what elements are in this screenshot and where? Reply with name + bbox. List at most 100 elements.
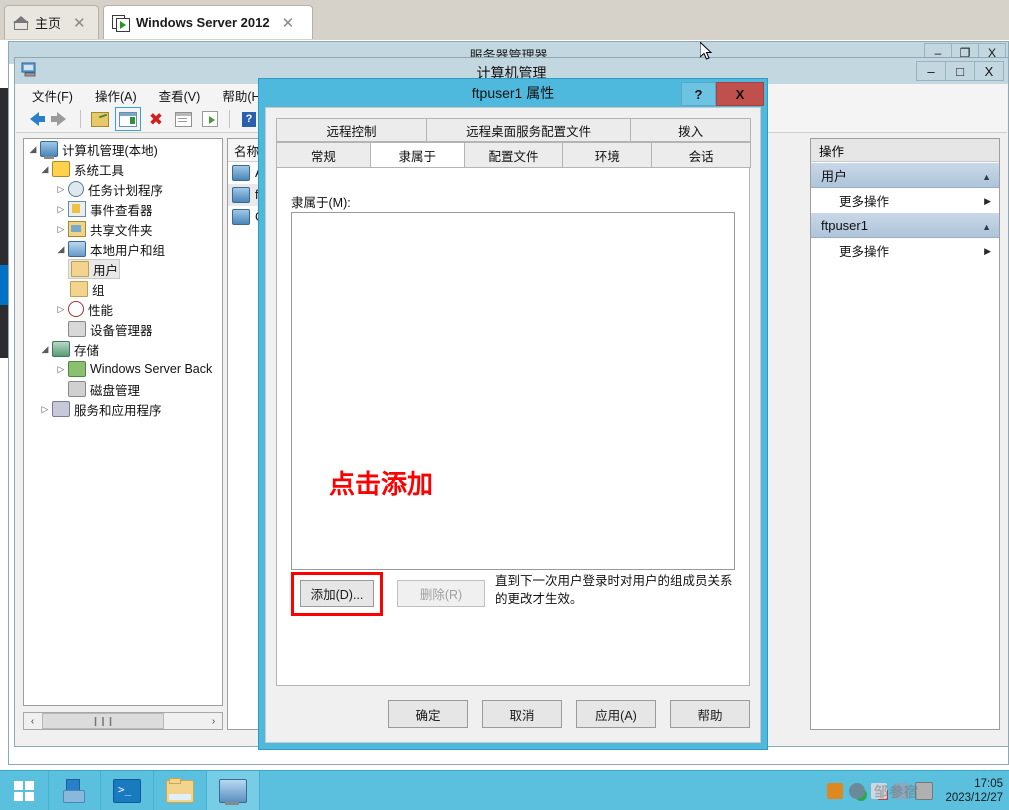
back-arrow-icon[interactable] <box>22 108 46 130</box>
expand-twisty-icon[interactable] <box>54 304 68 315</box>
tab-dialin[interactable]: 拨入 <box>630 118 751 142</box>
apply-button[interactable]: 应用(A) <box>576 700 656 728</box>
folder-up-icon[interactable] <box>88 108 112 130</box>
taskbar-item-file-explorer[interactable] <box>154 771 207 810</box>
remove-button: 删除(R) <box>397 580 485 607</box>
services-icon <box>52 401 70 417</box>
ok-button[interactable]: 确定 <box>388 700 468 728</box>
tree-node[interactable]: 存储 <box>24 339 222 359</box>
mouse-cursor <box>700 42 713 60</box>
tab-rds-profile[interactable]: 远程桌面服务配置文件 <box>425 118 632 142</box>
browser-tab-home[interactable]: 主页 ✕ <box>4 5 99 39</box>
actions-pane-header: 操作 <box>811 139 999 162</box>
shared-folder-icon <box>68 221 86 237</box>
tree-node[interactable]: 任务计划程序 <box>24 179 222 199</box>
close-icon[interactable]: ✕ <box>282 14 295 32</box>
tree-node[interactable]: Windows Server Back <box>24 359 222 379</box>
taskbar-item-computer-management[interactable] <box>207 771 260 810</box>
user-icon <box>232 187 250 203</box>
tree-node[interactable]: 性能 <box>24 299 222 319</box>
computer-management-window-buttons: – □ X <box>916 61 1004 81</box>
taskbar-item-powershell[interactable] <box>101 771 154 810</box>
minimize-button[interactable]: – <box>916 61 946 81</box>
menu-view[interactable]: 查看(V) <box>149 84 211 107</box>
tree-horizontal-scrollbar[interactable]: ‹ ❙❙❙ › <box>23 712 223 730</box>
member-of-listbox[interactable] <box>291 212 735 570</box>
windows-server-icon <box>112 14 130 32</box>
tab-sessions[interactable]: 会话 <box>651 142 751 168</box>
tree-node-label: 共享文件夹 <box>90 223 153 238</box>
close-button[interactable]: X <box>716 82 764 106</box>
expand-twisty-icon[interactable] <box>26 144 40 155</box>
tree-node[interactable]: 本地用户和组 <box>24 239 222 259</box>
menu-file[interactable]: 文件(F) <box>22 84 83 107</box>
help-button[interactable]: ? <box>681 82 716 106</box>
tree-node-label: 组 <box>92 283 105 298</box>
expand-twisty-icon[interactable] <box>54 224 68 235</box>
usb-safe-remove-tray-icon[interactable] <box>849 783 866 799</box>
tree-node[interactable]: 服务和应用程序 <box>24 399 222 419</box>
actions-group-users[interactable]: 用户 <box>811 162 999 188</box>
scrollbar-thumb[interactable]: ❙❙❙ <box>42 713 164 729</box>
device-manager-icon <box>68 321 86 337</box>
taskbar-item-server-manager[interactable] <box>48 771 101 810</box>
tab-member-of[interactable]: 隶属于 <box>369 142 465 168</box>
event-viewer-icon <box>68 201 86 217</box>
cancel-button[interactable]: 取消 <box>482 700 562 728</box>
chevron-up-icon[interactable] <box>982 168 991 183</box>
console-tree-pane[interactable]: 计算机管理(本地) 系统工具 任务计划程序 事件查看器 共享文件夹 <box>23 138 223 706</box>
expand-twisty-icon[interactable] <box>54 184 68 195</box>
close-icon[interactable]: ✕ <box>73 14 86 32</box>
actions-group-ftpuser1[interactable]: ftpuser1 <box>811 212 999 238</box>
tree-node-users-selected[interactable]: 用户 <box>68 259 120 279</box>
menu-action[interactable]: 操作(A) <box>85 84 147 107</box>
tree-node[interactable]: 计算机管理(本地) <box>24 139 222 159</box>
dialog-titlebar: ftpuser1 属性 ? X <box>259 79 767 107</box>
actions-item-more-actions-users[interactable]: 更多操作 <box>811 188 999 212</box>
clock[interactable]: 17:05 2023/12/27 <box>945 777 1003 806</box>
tree-node-label: 本地用户和组 <box>90 243 166 258</box>
export-list-icon[interactable] <box>198 108 222 130</box>
maximize-button[interactable]: □ <box>945 61 975 81</box>
tree-node[interactable]: 组 <box>24 279 222 299</box>
add-button[interactable]: 添加(D)... <box>300 580 374 607</box>
tree-node[interactable]: 事件查看器 <box>24 199 222 219</box>
chevron-right-icon <box>984 193 991 207</box>
tree-node[interactable]: 系统工具 <box>24 159 222 179</box>
expand-twisty-icon[interactable] <box>38 164 52 175</box>
help-button-footer[interactable]: 帮助 <box>670 700 750 728</box>
tree-node-label: 事件查看器 <box>90 203 153 218</box>
delete-icon[interactable]: ✖ <box>144 108 168 130</box>
tab-remote-control[interactable]: 远程控制 <box>276 118 427 142</box>
scroll-left-icon[interactable]: ‹ <box>24 713 41 729</box>
show-pane-icon[interactable] <box>115 107 141 131</box>
browser-tab-windows-server[interactable]: Windows Server 2012 ✕ <box>103 5 313 39</box>
properties-icon[interactable] <box>171 108 195 130</box>
tree-node-label: 任务计划程序 <box>88 183 164 198</box>
chevron-up-icon[interactable] <box>982 218 991 233</box>
tree-node[interactable]: 共享文件夹 <box>24 219 222 239</box>
expand-twisty-icon[interactable] <box>54 204 68 215</box>
performance-icon <box>68 301 84 317</box>
file-explorer-taskbar-icon <box>166 777 194 803</box>
forward-arrow-icon[interactable] <box>49 108 73 130</box>
member-of-hint-text: 直到下一次用户登录时对用户的组成员关系的更改才生效。 <box>495 574 733 607</box>
expand-twisty-icon[interactable] <box>54 364 68 375</box>
expand-twisty-icon[interactable] <box>54 244 68 255</box>
storage-icon <box>52 341 70 357</box>
close-button[interactable]: X <box>974 61 1004 81</box>
tab-profile[interactable]: 配置文件 <box>463 142 564 168</box>
tree-node-label: 用户 <box>93 263 119 278</box>
scroll-right-icon[interactable]: › <box>205 713 222 729</box>
actions-item-more-actions-ftpuser1[interactable]: 更多操作 <box>811 238 999 262</box>
java-tray-icon[interactable] <box>827 783 844 799</box>
tab-general[interactable]: 常规 <box>276 142 371 168</box>
start-button[interactable] <box>0 771 49 810</box>
tree-node[interactable]: 磁盘管理 <box>24 379 222 399</box>
expand-twisty-icon[interactable] <box>38 344 52 355</box>
tree-node[interactable]: 设备管理器 <box>24 319 222 339</box>
disk-icon <box>68 381 86 397</box>
clock-time: 17:05 <box>974 777 1003 790</box>
expand-twisty-icon[interactable] <box>38 404 52 415</box>
tab-environment[interactable]: 环境 <box>562 142 653 168</box>
